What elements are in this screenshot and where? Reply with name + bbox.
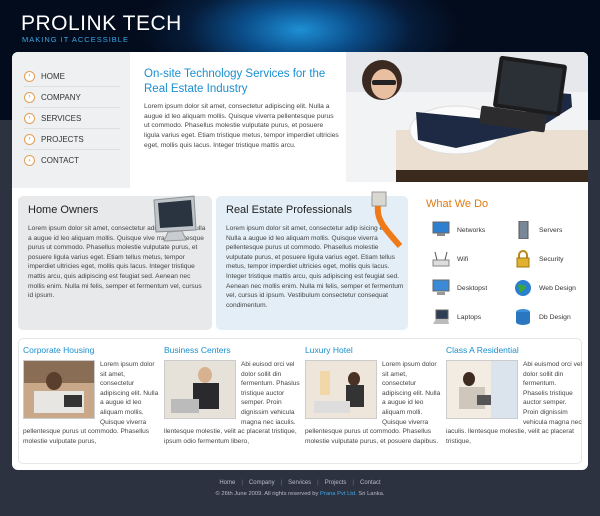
web-design-icon <box>512 278 534 298</box>
db-design-icon <box>512 307 534 327</box>
wifi-icon <box>430 249 452 269</box>
main-nav: › HOME › COMPANY › SERVICES › PROJECTS ›… <box>12 52 130 188</box>
footer-link-projects[interactable]: Projects <box>325 480 347 486</box>
footer-separator: | <box>352 480 354 486</box>
nav-item-contact[interactable]: › CONTACT <box>24 150 120 171</box>
class-a-residential-photo <box>446 360 518 419</box>
service-servers[interactable]: Servers <box>512 220 562 240</box>
service-wifi[interactable]: Wifi <box>430 249 468 269</box>
contact-icon: › <box>24 155 35 166</box>
service-laptops[interactable]: Laptops <box>430 307 481 327</box>
nav-item-label: PROJECTS <box>41 134 84 144</box>
nav-item-label: CONTACT <box>41 156 80 165</box>
corporate-housing-section: Corporate Housing Lorem ipsum dolor sit … <box>23 345 159 461</box>
service-label: Networks <box>457 226 486 234</box>
footer-link-services[interactable]: Services <box>288 480 311 486</box>
section-title[interactable]: Business Centers <box>164 345 300 355</box>
nav-item-label: HOME <box>41 71 65 81</box>
nav-item-home[interactable]: › HOME <box>24 66 120 87</box>
security-icon <box>512 249 534 269</box>
service-label: Servers <box>539 226 563 234</box>
nav-item-company[interactable]: › COMPANY <box>24 87 120 108</box>
footer-nav: Home | Company | Services | Projects | Contact <box>0 480 600 486</box>
real-estate-box: Real Estate Professionals Lorem ipsum do… <box>216 191 408 330</box>
intro-text: Lorem ipsum dolor sit amet, consectetur … <box>144 103 339 149</box>
service-web-design[interactable]: Web Design <box>512 278 576 298</box>
copyright-suffix: Sri Lanka. <box>358 491 385 497</box>
service-security[interactable]: Security <box>512 249 564 269</box>
network-cable-icon <box>371 191 403 248</box>
hero-image <box>346 52 588 182</box>
service-label: Web Design <box>539 284 576 292</box>
footer-separator: | <box>280 480 283 486</box>
service-db-design[interactable]: Db Design <box>512 307 571 327</box>
corporate-housing-photo <box>23 360 95 419</box>
service-label: Security <box>539 255 564 263</box>
networks-icon <box>430 220 452 240</box>
footer-copyright: © 26th June 2009. All rights reserved by… <box>0 491 600 497</box>
footer-link-company[interactable]: Company <box>249 480 275 486</box>
nav-item-projects[interactable]: › PROJECTS <box>24 129 120 150</box>
footer-link-contact[interactable]: Contact <box>360 480 381 486</box>
site-logo[interactable]: PROLINK TECH <box>21 12 182 36</box>
home-owners-box: Home Owners Lorem ipsum dolor sit amet, … <box>18 195 212 330</box>
class-a-residential-section: Class A Residential Abi euismod orci vel… <box>446 345 582 461</box>
home-owners-title: Home Owners <box>28 204 99 216</box>
section-title[interactable]: Corporate Housing <box>23 345 159 355</box>
copyright-brand-link[interactable]: Prana Pvt Ltd. <box>320 491 357 497</box>
laptops-icon <box>430 307 452 327</box>
footer-separator: | <box>317 480 319 486</box>
nav-item-label: SERVICES <box>41 113 82 123</box>
featured-sections: Corporate Housing Lorem ipsum dolor sit … <box>18 338 582 464</box>
nav-item-label: COMPANY <box>41 92 81 102</box>
section-title[interactable]: Class A Residential <box>446 345 582 355</box>
nav-item-services[interactable]: › SERVICES <box>24 108 120 129</box>
services-icon: › <box>24 112 35 124</box>
copyright-prefix: © 26th June 2009. All rights reserved by <box>215 491 319 497</box>
home-icon: › <box>24 70 35 82</box>
real-estate-title: Real Estate Professionals <box>226 204 352 216</box>
service-label: Laptops <box>457 313 482 321</box>
intro-title: On-site Technology Services for the Real… <box>144 68 326 95</box>
footer-separator: | <box>241 480 243 486</box>
service-desktop[interactable]: Desktopst <box>430 278 487 298</box>
footer: Home | Company | Services | Projects | Contact ©… <box>0 470 600 516</box>
business-centers-section: Business Centers Abi euisod orci vel dol… <box>164 345 300 461</box>
luxury-hotel-photo <box>305 360 377 419</box>
servers-icon <box>512 220 534 240</box>
projects-icon: › <box>24 133 35 145</box>
service-label: Desktopst <box>457 284 488 292</box>
what-we-do-title: What We Do <box>426 198 489 210</box>
company-icon: › <box>24 91 35 103</box>
desktop-icon <box>430 278 452 298</box>
service-networks[interactable]: Networks <box>430 220 485 240</box>
site-tagline: MAKING IT ACCESSIBLE <box>22 35 129 44</box>
content-panel: › HOME › COMPANY › SERVICES › PROJECTS ›… <box>12 52 588 470</box>
monitor-icon <box>153 195 197 242</box>
service-label: Wifi <box>457 255 469 263</box>
service-label: Db Design <box>539 313 571 321</box>
luxury-hotel-section: Luxury Hotel Lorem ipsum dolor sit amet,… <box>305 345 441 461</box>
business-centers-photo <box>164 360 236 419</box>
footer-link-home[interactable]: Home <box>219 480 235 486</box>
section-title[interactable]: Luxury Hotel <box>305 345 441 355</box>
